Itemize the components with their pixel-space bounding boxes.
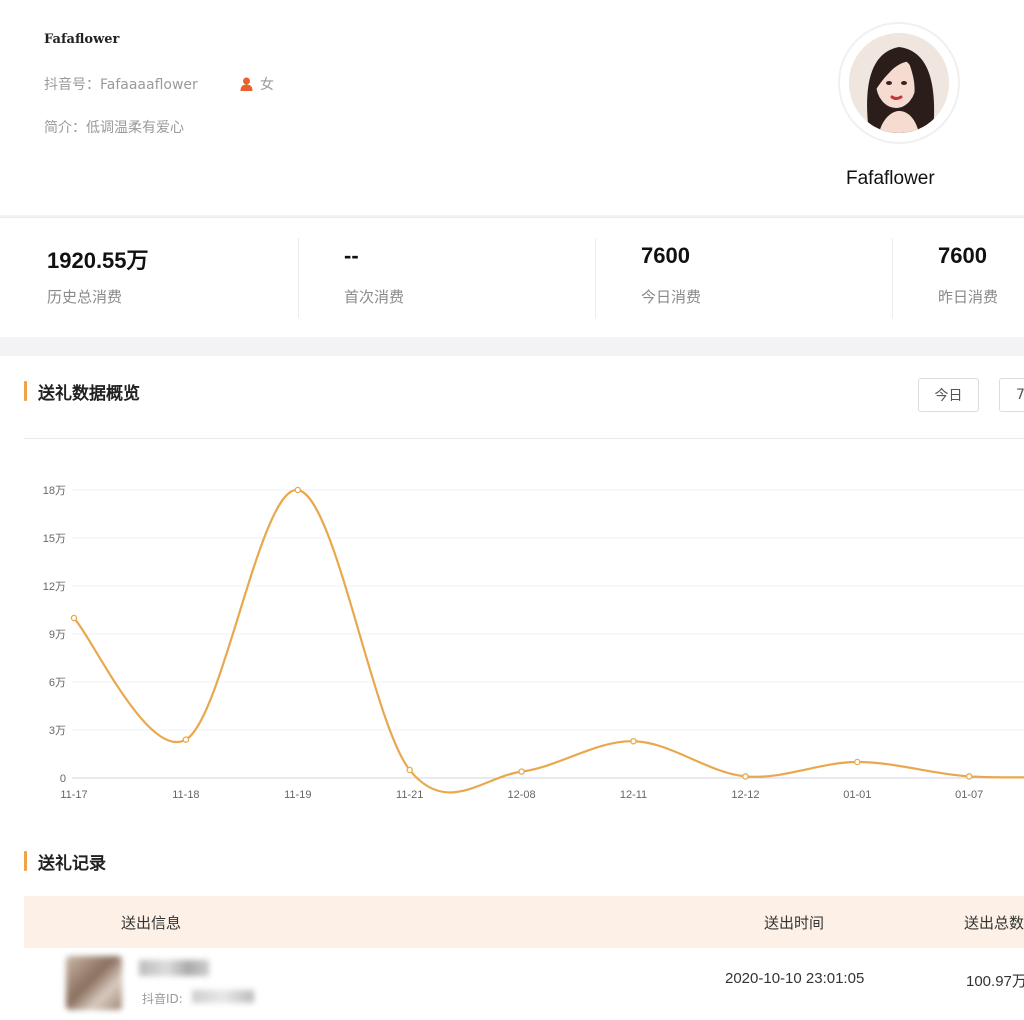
stat-label: 昨日消费 (938, 288, 999, 306)
sender-id-redacted (192, 990, 254, 1003)
y-tick-label: 9万 (49, 629, 66, 641)
profile-card: Fafaflower 抖音号：Fafaaaaflower 女 简介：低调温柔有爱… (0, 0, 1024, 215)
gift-overview-title: 送礼数据概览 (24, 379, 140, 404)
profile-bio: 简介：低调温柔有爱心 (44, 120, 184, 136)
x-tick-label: 11-17 (60, 789, 87, 801)
section-divider (24, 438, 1024, 439)
range-today-button[interactable]: 今日 (918, 378, 979, 412)
avatar-name: Fafaflower (846, 168, 935, 189)
sender-name-redacted (139, 960, 209, 976)
data-point[interactable] (406, 766, 413, 774)
data-point[interactable] (182, 736, 190, 743)
gender-label: 女 (260, 77, 274, 93)
gift-line-chart: 0 3万 6万 9万 12万 15万 18万 11-17 11-18 11-19 11-21 12-0… (43, 485, 1024, 801)
gift-total: 100.97万 (966, 973, 1024, 990)
stat-divider (595, 238, 596, 318)
stat-label: 今日消费 (641, 288, 702, 306)
y-tick-label: 0 (60, 773, 66, 785)
x-tick-label: 11-19 (284, 789, 311, 801)
data-point[interactable] (70, 614, 78, 622)
x-tick-label: 11-21 (396, 789, 423, 801)
records-table-header: 送出信息 送出时间 送出总数 (24, 896, 1024, 948)
data-point[interactable] (630, 737, 637, 745)
stat-value: 7600 (938, 243, 987, 268)
x-tick-label: 11-18 (172, 789, 199, 801)
avatar-frame (838, 22, 960, 144)
stat-divider (892, 238, 893, 318)
sender-avatar (66, 956, 122, 1010)
y-tick-label: 18万 (43, 485, 66, 497)
y-tick-label: 15万 (43, 533, 66, 545)
profile-gender: 女 (240, 74, 274, 94)
data-point[interactable] (854, 758, 861, 766)
female-user-icon (240, 77, 253, 91)
table-row[interactable]: 抖音ID: 2020-10-10 23:01:05 100.97万 (24, 948, 1024, 1020)
series-line (73, 488, 1024, 794)
header-info: 送出信息 (121, 914, 182, 932)
x-tick-label: 12-12 (731, 789, 759, 801)
stat-value: 1920.55万 (47, 248, 149, 273)
gift-time: 2020-10-10 23:01:05 (725, 970, 865, 987)
x-tick-label: 12-08 (508, 789, 536, 801)
x-tick-label: 01-01 (843, 789, 871, 801)
stat-label: 首次消费 (344, 288, 405, 306)
stat-value: 7600 (641, 243, 690, 268)
data-point[interactable] (518, 768, 525, 775)
stat-value: -- (344, 243, 359, 268)
y-tick-label: 3万 (49, 725, 66, 737)
profile-douyin-id: 抖音号：Fafaaaaflower (44, 77, 198, 93)
y-tick-label: 12万 (43, 581, 66, 593)
stats-bar: 1920.55万 历史总消费 -- 首次消费 7600 今日消费 7600 昨日… (0, 217, 1024, 337)
sender-id-label: 抖音ID: (142, 992, 183, 1006)
header-total: 送出总数 (964, 914, 1024, 932)
x-tick-label: 01-07 (955, 789, 983, 801)
range-7day-button[interactable]: 7 (999, 378, 1024, 412)
stat-label: 历史总消费 (47, 288, 123, 306)
data-point[interactable] (965, 773, 973, 780)
profile-username: Fafaflower (44, 32, 120, 47)
data-point[interactable] (742, 773, 749, 780)
x-tick-label: 12-11 (620, 789, 647, 801)
avatar[interactable] (849, 33, 949, 133)
data-point[interactable] (294, 486, 302, 494)
gift-panel: 送礼数据概览 今日 7 0 3万 6万 9万 12万 15万 18万 11-17 11-18 11… (0, 356, 1024, 1020)
header-time: 送出时间 (764, 914, 825, 932)
y-tick-label: 6万 (49, 677, 66, 689)
stat-divider (298, 238, 299, 318)
gift-records-title: 送礼记录 (24, 849, 106, 874)
